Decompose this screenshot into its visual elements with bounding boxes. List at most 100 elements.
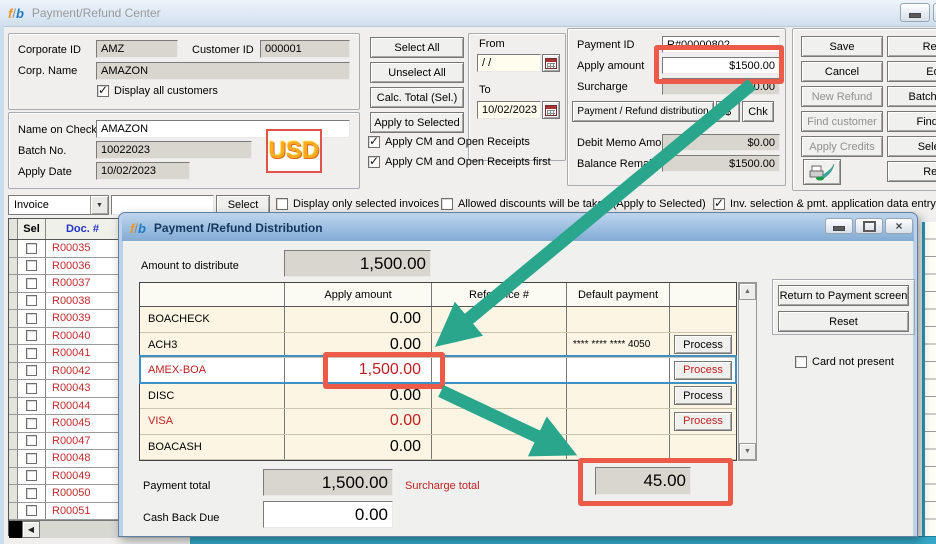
cancel-button[interactable]: Cancel (801, 61, 883, 82)
cash-back-due-field[interactable]: 0.00 (263, 501, 393, 528)
doc-number[interactable]: R00050 (46, 485, 120, 502)
apply-credits-button[interactable]: Apply Credits (801, 136, 883, 157)
row-select-checkbox[interactable] (26, 348, 37, 359)
row-select-checkbox[interactable] (26, 435, 37, 446)
row-indicator (9, 328, 18, 345)
refresh-button[interactable]: Refr (887, 36, 936, 57)
apply-amount-cell[interactable]: 0.00 (285, 435, 432, 460)
payment-id-field[interactable]: R#00000802 (662, 36, 780, 53)
row-select-checkbox[interactable] (26, 400, 37, 411)
allowed-discounts-checkbox[interactable] (441, 198, 453, 210)
apply-cm-first-checkbox[interactable] (368, 156, 380, 168)
apply-cm-checkbox[interactable] (368, 136, 380, 148)
process-button[interactable]: Process (674, 335, 732, 354)
apply-amount-cell[interactable]: 0.00 (285, 409, 432, 434)
debit-memo-field: $0.00 (662, 134, 780, 151)
chk-button[interactable]: Chk (742, 101, 774, 122)
from-label: From (479, 38, 505, 50)
card-not-present-checkbox[interactable] (795, 356, 807, 368)
minimize-button[interactable] (900, 3, 930, 22)
inv-selection-checkbox[interactable] (713, 198, 725, 210)
from-calendar-button[interactable] (542, 54, 560, 72)
doc-number[interactable]: R00042 (46, 363, 120, 380)
unselect-all-button[interactable]: Unselect All (370, 62, 464, 83)
doc-number[interactable]: R00037 (46, 275, 120, 292)
apply-amount-cell[interactable]: 0.00 (285, 333, 432, 358)
to-date-field[interactable]: 10/02/2023 (477, 101, 541, 119)
doc-number[interactable]: R00048 (46, 450, 120, 467)
row-select-checkbox[interactable] (26, 278, 37, 289)
new-refund-button[interactable]: New Refund (801, 86, 883, 107)
display-all-customers-checkbox[interactable] (97, 85, 109, 97)
print-check-button[interactable] (803, 159, 841, 185)
reference-cell[interactable] (432, 307, 567, 332)
scroll-down-button[interactable]: ▼ (739, 443, 756, 460)
apply-amount-cell[interactable]: 0.00 (285, 307, 432, 332)
return-to-payment-button[interactable]: Return to Payment screen (778, 285, 909, 306)
row-select-checkbox[interactable] (26, 365, 37, 376)
doc-number[interactable]: R00038 (46, 293, 120, 310)
reference-cell[interactable] (432, 384, 567, 409)
doc-number[interactable]: R00051 (46, 503, 120, 520)
edit-button[interactable]: Ed (887, 61, 936, 82)
row-select-checkbox[interactable] (26, 330, 37, 341)
res-button[interactable]: Res (887, 161, 936, 182)
save-button[interactable]: Save (801, 36, 883, 57)
dialog-titlebar[interactable]: f/b Payment /Refund Distribution (122, 215, 914, 241)
row-select-checkbox[interactable] (26, 488, 37, 499)
row-indicator (9, 275, 18, 292)
reference-cell[interactable] (432, 358, 567, 383)
doc-number[interactable]: R00049 (46, 468, 120, 485)
apply-to-selected-button[interactable]: Apply to Selected (370, 112, 464, 133)
chevron-down-icon[interactable]: ▼ (90, 196, 108, 214)
row-select-checkbox[interactable] (26, 418, 37, 429)
reference-cell[interactable] (432, 333, 567, 358)
batch-alloc-button[interactable]: Batch Allo (887, 86, 936, 107)
doc-number[interactable]: R00045 (46, 415, 120, 432)
process-button[interactable]: Process (674, 412, 732, 431)
scroll-left-button[interactable]: ◀ (22, 521, 40, 538)
to-calendar-button[interactable] (542, 101, 560, 119)
calc-total-button[interactable]: Calc. Total (Sel.) (370, 87, 464, 108)
scrollbar-thumb[interactable] (9, 521, 22, 538)
apply-amount-field[interactable]: $1500.00 (662, 57, 780, 74)
reference-cell[interactable] (432, 435, 567, 460)
doc-number[interactable]: R00036 (46, 258, 120, 275)
select-right-button[interactable]: Select (887, 136, 936, 157)
row-select-checkbox[interactable] (26, 313, 37, 324)
find-inv-button[interactable]: Find in (887, 111, 936, 132)
doc-number[interactable]: R00041 (46, 345, 120, 362)
invoice-type-combo[interactable]: Invoice ▼ (8, 195, 109, 215)
dollar-button[interactable]: $ (716, 101, 740, 122)
row-select-checkbox[interactable] (26, 295, 37, 306)
doc-number[interactable]: R00043 (46, 380, 120, 397)
row-select-checkbox[interactable] (26, 260, 37, 271)
row-select-checkbox[interactable] (26, 383, 37, 394)
distribution-table-vscrollbar[interactable]: ▲ ▼ (738, 282, 757, 461)
reference-cell[interactable] (432, 409, 567, 434)
dialog-maximize-button[interactable] (855, 218, 883, 234)
apply-amount-cell[interactable]: 1,500.00 (285, 358, 432, 383)
dialog-minimize-button[interactable] (825, 218, 853, 234)
dialog-close-button[interactable]: × (885, 218, 913, 234)
select-all-button[interactable]: Select All (370, 37, 464, 58)
scroll-up-button[interactable]: ▲ (739, 283, 756, 300)
row-select-checkbox[interactable] (26, 243, 37, 254)
find-customer-button[interactable]: Find customer (801, 111, 883, 132)
process-button[interactable]: Process (674, 361, 732, 380)
display-only-selected-checkbox[interactable] (276, 198, 288, 210)
from-date-field[interactable]: / / (477, 54, 541, 72)
apply-amount-cell[interactable]: 0.00 (285, 384, 432, 409)
payment-refund-distribution-button[interactable]: Payment / Refund distribution (572, 101, 714, 122)
doc-number[interactable]: R00044 (46, 398, 120, 415)
process-button[interactable]: Process (674, 386, 732, 405)
row-select-checkbox[interactable] (26, 453, 37, 464)
row-select-checkbox[interactable] (26, 470, 37, 481)
doc-number[interactable]: R00040 (46, 328, 120, 345)
doc-number[interactable]: R00035 (46, 240, 120, 257)
print-check-icon (809, 163, 835, 181)
doc-number[interactable]: R00039 (46, 310, 120, 327)
row-select-checkbox[interactable] (26, 505, 37, 516)
reset-button[interactable]: Reset (778, 311, 909, 332)
doc-number[interactable]: R00047 (46, 433, 120, 450)
